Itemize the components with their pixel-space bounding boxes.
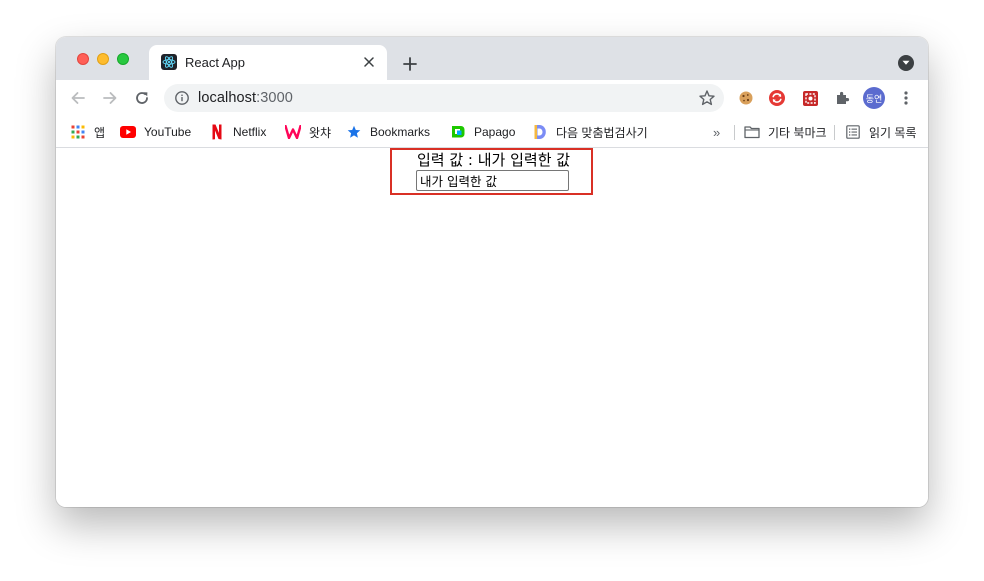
bookmarks-bar: 앱 YouTube Netflix 왓챠 Bookmarks Papago 다음… — [56, 116, 928, 148]
bookmark-star-icon[interactable] — [698, 89, 716, 107]
cookie-extension-icon[interactable] — [736, 88, 756, 108]
url-port: :3000 — [256, 90, 293, 106]
bookmark-label: 기타 북마크 — [768, 125, 827, 140]
refresh-extension-icon[interactable] — [767, 88, 787, 108]
url-host: localhost — [198, 90, 257, 106]
tab-title: React App — [185, 55, 245, 70]
youtube-icon — [120, 124, 136, 140]
page-viewport: 입력 값 : 내가 입력한 값 — [56, 148, 928, 507]
bookmark-bookmarks[interactable]: Bookmarks — [346, 122, 430, 142]
input-value-output: 입력 값 : 내가 입력한 값 — [417, 151, 571, 169]
watcha-icon — [285, 124, 301, 140]
forward-arrow-icon[interactable] — [98, 86, 122, 110]
bookmark-label: 다음 맞춤법검사기 — [556, 125, 648, 140]
profile-avatar[interactable]: 동연 — [863, 87, 885, 109]
window-maximize-button[interactable] — [117, 53, 129, 65]
bookmarks-divider — [734, 125, 735, 140]
tab-strip: React App — [56, 37, 928, 80]
bookmark-label: 앱 — [94, 125, 106, 140]
apps-grid-icon — [70, 124, 86, 140]
chrome-menu-icon[interactable] — [896, 88, 916, 108]
bookmark-papago[interactable]: Papago — [450, 122, 515, 142]
address-bar[interactable]: localhost:3000 — [164, 84, 724, 112]
extensions-puzzle-icon[interactable] — [832, 88, 852, 108]
bookmark-youtube[interactable]: YouTube — [120, 122, 191, 142]
window-minimize-button[interactable] — [97, 53, 109, 65]
screenshot-extension-icon[interactable] — [800, 88, 820, 108]
tab-react-app[interactable]: React App — [149, 45, 387, 80]
bookmark-label: 왓챠 — [309, 125, 332, 140]
window-close-button[interactable] — [77, 53, 89, 65]
text-input-field[interactable] — [416, 170, 569, 191]
reading-list-button[interactable]: 읽기 목록 — [845, 122, 917, 142]
url-text: localhost:3000 — [198, 90, 293, 106]
bookmark-other-folder[interactable]: 기타 북마크 — [744, 122, 827, 142]
react-logo-icon — [161, 54, 177, 70]
reading-list-icon — [845, 124, 861, 140]
bookmark-label: Papago — [474, 125, 516, 139]
browser-window: React App localhost:3000 동연 앱 YouTube Ne… — [56, 37, 928, 507]
site-info-icon[interactable] — [174, 90, 190, 106]
netflix-icon — [209, 124, 225, 140]
daum-icon — [532, 124, 548, 140]
bookmark-label: Netflix — [233, 125, 267, 139]
bookmark-watcha[interactable]: 왓챠 — [285, 122, 331, 142]
star-icon — [346, 124, 362, 140]
papago-icon — [450, 124, 466, 140]
tab-close-icon[interactable] — [361, 54, 377, 70]
reload-icon[interactable] — [130, 86, 154, 110]
bookmark-label: YouTube — [144, 125, 192, 139]
bookmark-label: Bookmarks — [370, 125, 431, 139]
bookmarks-divider — [834, 125, 835, 140]
browser-toolbar: localhost:3000 동연 — [56, 80, 928, 116]
tab-search-icon[interactable] — [898, 55, 914, 71]
folder-icon — [744, 124, 760, 140]
bookmarks-overflow-chevron[interactable]: » — [713, 122, 720, 142]
bookmark-label: 읽기 목록 — [869, 125, 917, 140]
bookmark-netflix[interactable]: Netflix — [209, 122, 266, 142]
new-tab-icon[interactable] — [399, 53, 421, 75]
bookmark-daum-spellcheck[interactable]: 다음 맞춤법검사기 — [532, 122, 648, 142]
back-arrow-icon[interactable] — [66, 86, 90, 110]
bookmark-apps[interactable]: 앱 — [70, 122, 105, 142]
